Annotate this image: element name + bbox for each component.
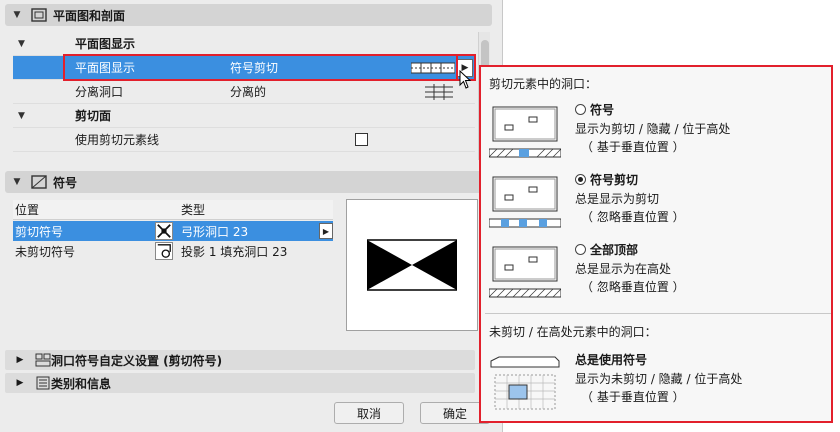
- symbol-position: 未剪切符号: [15, 244, 76, 259]
- group-row-plan-display[interactable]: ▼ 平面图显示: [13, 32, 475, 56]
- option-label: 全部顶部: [575, 241, 638, 258]
- symbol-type: 弓形洞口 23: [181, 224, 249, 239]
- collapse-triangle-icon[interactable]: ▼: [18, 39, 25, 49]
- separate-opening-icon: [425, 84, 453, 100]
- property-row-separate-opening[interactable]: 分离洞口 分离的: [13, 80, 475, 104]
- column-header-type: 类型: [181, 203, 206, 217]
- option-symbol-cut-picture: [489, 176, 561, 228]
- floor-plan-icon: [31, 8, 47, 22]
- collapse-triangle-icon[interactable]: ▼: [9, 10, 25, 20]
- popup-heading-cut: 剪切元素中的洞口：: [489, 77, 598, 91]
- always-symbol-picture: [490, 356, 560, 410]
- section-header-symbol[interactable]: ▼ 符号: [5, 171, 492, 193]
- collapse-triangle-icon[interactable]: ▼: [18, 111, 25, 121]
- option-label: 总是使用符号: [575, 353, 648, 367]
- option-desc-line1: 总是显示为在高处: [575, 262, 672, 276]
- uncut-symbol-icon: [155, 242, 173, 260]
- property-label: 分离洞口: [75, 85, 124, 99]
- symbol-type: 投影 1 填充洞口 23: [181, 244, 288, 259]
- option-desc-line1: 总是显示为剪切: [575, 192, 660, 206]
- property-value: 分离的: [230, 85, 267, 99]
- option-desc-line2: （ 忽略垂直位置 ）: [581, 280, 685, 294]
- symbol-type-dropdown-button[interactable]: ▶: [319, 223, 333, 239]
- popup-divider: [485, 313, 831, 314]
- option-desc-line2: （ 基于垂直位置 ）: [581, 140, 685, 154]
- option-all-top[interactable]: 全部顶部 总是显示为在高处 （ 忽略垂直位置 ）: [489, 241, 829, 311]
- option-symbol-picture: [489, 106, 561, 158]
- symbol-row-uncut[interactable]: 未剪切符号 投影 1 填充洞口 23: [13, 241, 333, 261]
- expand-triangle-icon[interactable]: ▶: [13, 378, 27, 388]
- option-desc-line2: （ 忽略垂直位置 ）: [581, 210, 685, 224]
- cancel-button[interactable]: 取消: [334, 402, 404, 424]
- use-cut-lines-checkbox[interactable]: [355, 133, 368, 146]
- option-desc-line2: （ 基于垂直位置 ）: [581, 390, 685, 404]
- symbol-preview: [346, 199, 478, 331]
- option-all-top-picture: [489, 246, 561, 298]
- option-title: 符号: [590, 103, 615, 117]
- option-desc-line1: 显示为未剪切 / 隐藏 / 位于高处: [575, 372, 743, 386]
- symbol-row-cut[interactable]: 剪切符号 弓形洞口 23 ▶: [13, 221, 333, 241]
- section-title: 符号: [53, 175, 78, 190]
- opening-settings-icon: [35, 353, 51, 367]
- group-label: 平面图显示: [75, 37, 136, 51]
- section-title: 洞口符号自定义设置 (剪切符号): [51, 353, 223, 368]
- section-title: 类别和信息: [51, 376, 112, 391]
- option-label: 符号: [575, 101, 614, 118]
- display-options-popup: 剪切元素中的洞口： 符号 显示为剪切 / 隐藏 / 位于高处 （ 基于垂直位置 …: [479, 65, 833, 423]
- column-header-position: 位置: [15, 203, 40, 217]
- option-symbol-cut[interactable]: 符号剪切 总是显示为剪切 （ 忽略垂直位置 ）: [489, 171, 829, 241]
- section-header-category[interactable]: ▶ 类别和信息: [5, 373, 475, 393]
- cut-symbol-icon: [155, 222, 173, 240]
- option-title: 全部顶部: [590, 243, 639, 257]
- expand-triangle-icon[interactable]: ▶: [13, 355, 27, 365]
- option-desc-line1: 显示为剪切 / 隐藏 / 位于高处: [575, 122, 731, 136]
- mouse-cursor-icon: [459, 70, 472, 89]
- option-title: 符号剪切: [590, 173, 639, 187]
- collapse-triangle-icon[interactable]: ▼: [9, 177, 25, 187]
- group-row-cut-plane[interactable]: ▼ 剪切面: [13, 104, 475, 128]
- symbol-table-header: 位置 类型: [13, 200, 333, 220]
- property-row-use-cut-lines[interactable]: 使用剪切元素线: [13, 128, 475, 152]
- property-label: 使用剪切元素线: [75, 133, 160, 147]
- group-label: 剪切面: [75, 109, 112, 123]
- section-title: 平面图和剖面: [53, 8, 126, 23]
- option-symbol[interactable]: 符号 显示为剪切 / 隐藏 / 位于高处 （ 基于垂直位置 ）: [489, 101, 829, 171]
- bowtie-preview-graphic: [367, 239, 457, 291]
- partial-row: [13, 152, 475, 162]
- info-list-icon: [36, 376, 50, 390]
- section-header-floor-plan[interactable]: ▼ 平面图和剖面: [5, 4, 492, 26]
- symbol-position: 剪切符号: [15, 224, 64, 239]
- option-symbol-cut-radio[interactable]: [575, 174, 586, 185]
- option-label: 符号剪切: [575, 171, 638, 188]
- option-all-top-radio[interactable]: [575, 244, 586, 255]
- popup-heading-uncut: 未剪切 / 在高处元素中的洞口：: [489, 325, 657, 339]
- option-symbol-radio[interactable]: [575, 104, 586, 115]
- symbol-icon: [31, 175, 47, 189]
- section-header-custom-settings[interactable]: ▶ 洞口符号自定义设置 (剪切符号): [5, 350, 475, 370]
- option-always-symbol: 总是使用符号 显示为未剪切 / 隐藏 / 位于高处 （ 基于垂直位置 ）: [489, 351, 829, 421]
- highlight-box: [63, 54, 476, 81]
